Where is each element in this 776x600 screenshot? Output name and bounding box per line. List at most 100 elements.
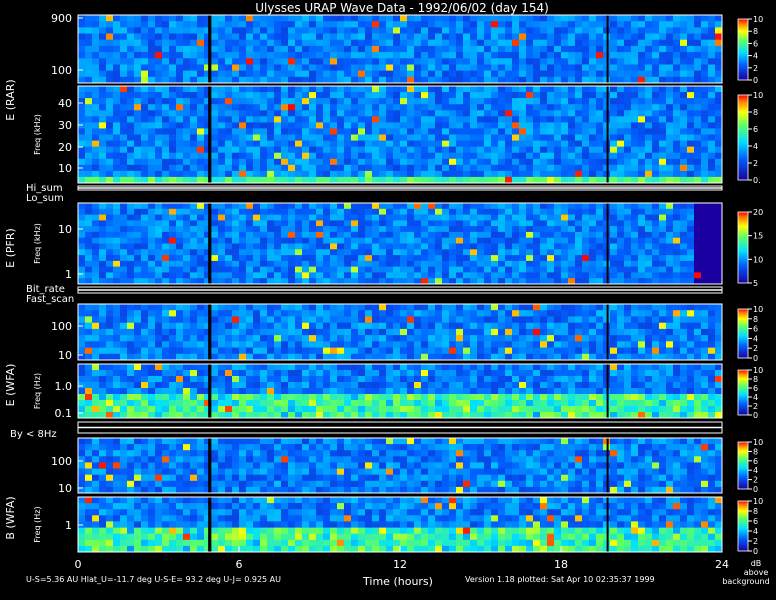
spectrogram-cell <box>400 353 408 361</box>
spectrogram-cell <box>596 27 604 34</box>
spectrogram-cell <box>470 347 478 355</box>
spectrogram-cell <box>92 322 100 330</box>
spectrogram-cell <box>253 400 261 407</box>
spectrogram-cell <box>568 39 576 47</box>
spectrogram-cell <box>449 214 457 221</box>
spectrogram-cell <box>617 341 625 348</box>
spectrogram-cell <box>337 140 345 147</box>
spectrogram-cell <box>316 272 324 279</box>
spectrogram-cell <box>610 158 618 166</box>
spectrogram-cell <box>155 237 163 244</box>
spectrogram-cell <box>141 92 149 99</box>
spectrogram-cell <box>162 322 170 330</box>
spectrogram-cell <box>617 214 625 221</box>
spectrogram-cell <box>386 110 394 117</box>
spectrogram-cell <box>302 406 310 413</box>
spectrogram-cell <box>519 92 527 99</box>
spectrogram-cell <box>99 335 107 342</box>
spectrogram-cell <box>99 347 107 355</box>
spectrogram-cell <box>211 140 219 147</box>
y-tick-label: 1 <box>65 268 72 281</box>
spectrogram-cell <box>407 322 415 330</box>
spectrogram-cell <box>708 58 716 65</box>
spectrogram-cell <box>673 278 681 285</box>
spectrogram-cell <box>512 128 520 135</box>
spectrogram-cell <box>372 39 380 47</box>
spectrogram-cell <box>190 412 198 419</box>
spectrogram-cell <box>498 322 506 330</box>
spectrogram-cell <box>596 146 604 153</box>
spectrogram-cell <box>365 278 373 285</box>
spectrogram-cell <box>526 316 534 323</box>
spectrogram-cell <box>638 272 646 279</box>
spectrogram-cell <box>701 104 709 111</box>
spectrogram-cell <box>246 364 254 371</box>
spectrogram-cell <box>617 335 625 342</box>
spectrogram-cell <box>645 170 653 178</box>
spectrogram-cell <box>477 110 485 117</box>
spectrogram-cell <box>652 341 660 348</box>
spectrogram-cell <box>456 86 464 93</box>
spectrogram-cell <box>176 33 184 40</box>
spectrogram-cell <box>253 45 261 53</box>
spectrogram-cell <box>428 110 436 117</box>
spectrogram-cell <box>624 64 632 71</box>
spectrogram-cell <box>176 316 184 323</box>
spectrogram-cell <box>624 170 632 178</box>
spectrogram-cell <box>617 92 625 99</box>
spectrogram-cell <box>512 328 520 336</box>
spectrogram-cell <box>484 226 492 233</box>
data-gap <box>208 304 212 360</box>
spectrogram-cell <box>309 176 317 184</box>
spectrogram-cell <box>344 45 352 53</box>
spectrogram-cell <box>253 21 261 28</box>
spectrogram-cell <box>141 76 149 84</box>
spectrogram-cell <box>659 146 667 153</box>
spectrogram-cell <box>274 134 282 141</box>
spectrogram-cell <box>239 243 247 250</box>
spectrogram-cell <box>365 272 373 279</box>
spectrogram-cell <box>596 208 604 215</box>
spectrogram-cell <box>456 122 464 129</box>
spectrogram-cell <box>127 52 135 59</box>
spectrogram-cell <box>715 116 723 123</box>
spectrogram-cell <box>666 86 674 93</box>
spectrogram-cell <box>421 328 429 336</box>
spectrogram-cell <box>337 76 345 84</box>
spectrogram-cell <box>274 110 282 117</box>
spectrogram-cell <box>365 231 373 238</box>
spectrogram-cell <box>407 310 415 317</box>
spectrogram-cell <box>638 134 646 141</box>
spectrogram-cell <box>274 39 282 47</box>
spectrogram-cell <box>421 231 429 238</box>
spectrogram-cell <box>106 208 114 215</box>
spectrogram-cell <box>533 52 541 59</box>
spectrogram-cell <box>400 92 408 99</box>
spectrogram-cell <box>106 116 114 123</box>
spectrogram-cell <box>309 122 317 129</box>
spectrogram-cell <box>99 266 107 273</box>
spectrogram-cell <box>120 214 128 221</box>
spectrogram-cell <box>274 58 282 65</box>
spectrogram-cell <box>372 214 380 221</box>
spectrogram-cell <box>358 27 366 34</box>
spectrogram-cell <box>344 214 352 221</box>
spectrogram-cell <box>323 116 331 123</box>
spectrogram-cell <box>407 249 415 256</box>
spectrogram-cell <box>330 266 338 273</box>
spectrogram-cell <box>652 243 660 250</box>
spectrogram-cell <box>225 76 233 84</box>
spectrogram-cell <box>127 170 135 178</box>
spectrogram-cell <box>120 128 128 135</box>
spectrogram-cell <box>183 86 191 93</box>
spectrogram-cell <box>596 140 604 147</box>
spectrogram-cell <box>113 249 121 256</box>
spectrogram-cell <box>428 33 436 40</box>
spectrogram-cell <box>330 394 338 401</box>
spectrogram-cell <box>155 231 163 238</box>
spectrogram-cell <box>176 304 184 311</box>
spectrogram-cell <box>533 92 541 99</box>
spectrogram-cell <box>309 134 317 141</box>
spectrogram-cell <box>400 243 408 250</box>
spectrogram-cell <box>449 255 457 262</box>
